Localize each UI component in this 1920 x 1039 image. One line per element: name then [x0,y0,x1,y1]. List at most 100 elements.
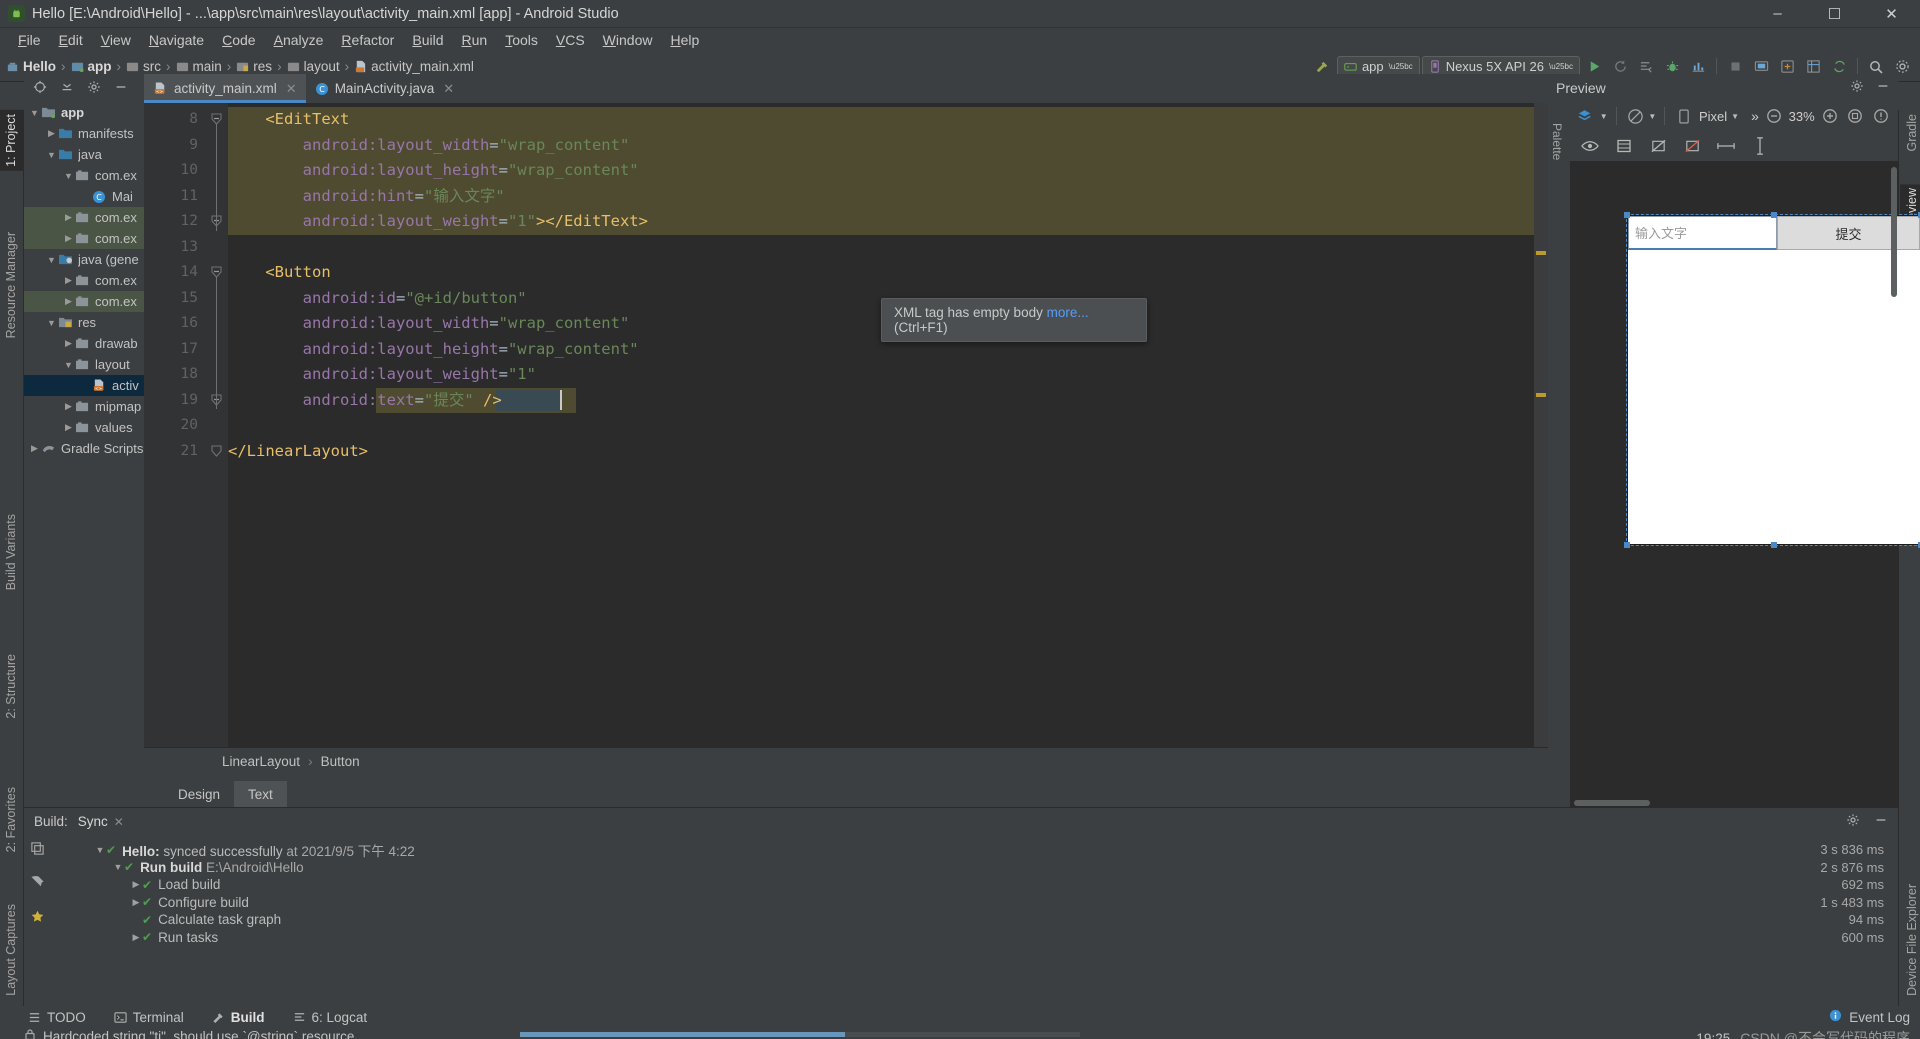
project-tree-item[interactable]: ▼ java (gene [24,249,144,270]
minimize-button[interactable]: – [1749,0,1806,28]
build-output-row[interactable]: ▶ ✔ Configure build 1 s 483 ms [50,894,1898,912]
error-icon[interactable] [1680,134,1704,158]
chevron-right-icon[interactable]: ▶ [62,422,75,433]
menu-item-file[interactable]: File [9,30,50,50]
menu-item-tools[interactable]: Tools [496,30,547,50]
component-breadcrumb[interactable]: LinearLayout › Button [144,747,1548,775]
blueprint-icon[interactable] [1612,134,1636,158]
close-icon[interactable]: ✕ [114,815,124,829]
build-output-row[interactable]: ▼ ✔ Hello: synced successfully at 2021/9/5… [50,841,1898,859]
gear-icon[interactable] [1846,813,1860,830]
menu-item-navigate[interactable]: Navigate [140,30,213,50]
bottom-tab-todo[interactable]: TODO [24,1010,90,1025]
chevron-down-icon[interactable]: ▼ [1648,112,1656,121]
code-text-area[interactable]: <EditText android:layout_width="wrap_con… [228,103,1548,747]
chevron-down-icon[interactable]: ▼ [94,845,106,855]
menu-item-analyze[interactable]: Analyze [265,30,333,50]
constraints-off-icon[interactable] [1646,134,1670,158]
error-marker[interactable] [1536,393,1546,397]
build-output-row[interactable]: ▶ ✔ Load build 692 ms [50,876,1898,894]
rail-item-build-variants[interactable]: Build Variants [0,510,23,594]
rail-item-device-file-explorer[interactable]: Device File Explorer [1900,880,1920,1000]
breadcrumb-item-hello[interactable]: Hello [6,59,56,74]
project-tree[interactable]: ▼ app ▶ manifests ▼ java ▼ com.ex C Mai ▶ com.ex ▶ co… [24,100,144,459]
chevron-right-icon[interactable]: ▶ [62,296,75,307]
build-output-row[interactable]: ▶ ✔ Run tasks 600 ms [50,929,1898,947]
restart-icon[interactable] [30,841,45,859]
collapse-all-icon[interactable] [59,80,74,95]
component-breadcrumb-item[interactable]: Button [321,754,360,769]
bottom-tab-build[interactable]: Build [208,1010,269,1025]
component-breadcrumb-item[interactable]: LinearLayout [222,754,300,769]
eye-icon[interactable] [1578,134,1602,158]
hide-icon[interactable] [1874,813,1888,830]
device-button[interactable]: 提交 [1624,212,1920,548]
resize-handle[interactable] [1771,542,1777,548]
close-icon[interactable]: ✕ [443,81,454,97]
project-tree-item[interactable]: ▶ drawab [24,333,144,354]
project-tree-item[interactable]: ▼ com.ex [24,165,144,186]
hide-icon[interactable] [1876,79,1890,96]
breadcrumb-item-res[interactable]: res [236,59,272,74]
project-tree-item[interactable]: ▼ layout [24,354,144,375]
preview-canvas[interactable]: 输入文字 提交 [1570,161,1920,807]
menu-item-build[interactable]: Build [403,30,452,50]
breadcrumb-item-layout[interactable]: layout [287,59,340,74]
error-stripe-bar[interactable] [1534,103,1548,747]
chevron-down-icon[interactable]: ▼ [45,318,58,328]
project-tree-item[interactable]: ▼ res [24,312,144,333]
project-tree-item[interactable]: ▶ Gradle Scripts [24,438,144,459]
device-screen[interactable]: 输入文字 提交 [1624,212,1920,548]
distance-vertical-icon[interactable] [1748,134,1772,158]
chevron-right-icon[interactable]: ▶ [130,879,142,890]
project-tree-item[interactable]: ▶ manifests [24,123,144,144]
chevron-right-icon[interactable]: ▶ [45,128,58,139]
zoom-in-icon[interactable] [1819,104,1841,128]
project-tree-item[interactable]: ▶ com.ex [24,228,144,249]
zoom-out-icon[interactable] [1763,104,1785,128]
chevron-down-icon[interactable]: ▼ [28,108,41,118]
zoom-fit-icon[interactable] [1844,104,1866,128]
bottom-tab-terminal[interactable]: Terminal [110,1010,188,1025]
project-tree-item[interactable]: <> activ [24,375,144,396]
code-editor[interactable]: 8 9 10 11 12 13 14 15 16 17 18 19 20 21 <EditText and… [144,103,1548,747]
rail-item-resource-manager[interactable]: Resource Manager [0,228,23,342]
chevron-right-icon[interactable]: ▶ [62,233,75,244]
palette-side-tab[interactable]: Palette [1548,101,1570,807]
menu-item-help[interactable]: Help [661,30,708,50]
breadcrumb-item-activity-main-xml[interactable]: activity_main.xml [354,59,474,74]
breadcrumb[interactable]: Hello › app › src › main › res › layout › activity_m… [6,59,474,74]
menu-item-window[interactable]: Window [594,30,662,50]
bottom-tab-6-logcat[interactable]: 6: Logcat [289,1010,372,1025]
preview-vertical-scrollbar[interactable] [1891,167,1897,297]
project-tree-item[interactable]: ▶ com.ex [24,270,144,291]
chevron-down-icon[interactable]: ▼ [112,862,124,872]
preview-device-label[interactable]: Pixel [1699,109,1727,124]
rail-item-project[interactable]: 1: Project [0,110,23,171]
menu-item-edit[interactable]: Edit [50,30,92,50]
project-tree-item[interactable]: ▶ values [24,417,144,438]
hide-icon[interactable] [113,80,128,95]
chevron-down-icon[interactable]: ▼ [45,150,58,160]
rail-item-layout-captures[interactable]: Layout Captures [0,900,23,1000]
breadcrumb-item-main[interactable]: main [176,59,222,74]
editor-mode-tab-text[interactable]: Text [234,781,287,807]
resize-handle[interactable] [1624,542,1630,548]
fold-marker[interactable] [210,444,223,461]
chevron-right-icon[interactable]: ▶ [28,443,41,454]
menu-item-run[interactable]: Run [452,30,496,50]
pin-icon[interactable] [30,875,45,893]
build-output-row[interactable]: ✔ Calculate task graph 94 ms [50,911,1898,929]
build-tab-sync[interactable]: Sync ✕ [78,814,124,829]
resize-handle[interactable] [1771,212,1777,218]
event-log-label[interactable]: Event Log [1849,1010,1910,1025]
chevron-right-icon[interactable]: ▶ [62,401,75,412]
breadcrumb-item-src[interactable]: src [126,59,161,74]
chevron-down-icon[interactable]: ▼ [45,255,58,265]
editor-mode-tab-design[interactable]: Design [164,781,234,807]
menu-item-vcs[interactable]: VCS [547,30,594,50]
editor-tab-activity-main-xml[interactable]: <> activity_main.xml ✕ [144,74,306,103]
target-icon[interactable] [32,80,47,95]
menu-item-refactor[interactable]: Refactor [332,30,403,50]
close-button[interactable]: ✕ [1863,0,1920,28]
